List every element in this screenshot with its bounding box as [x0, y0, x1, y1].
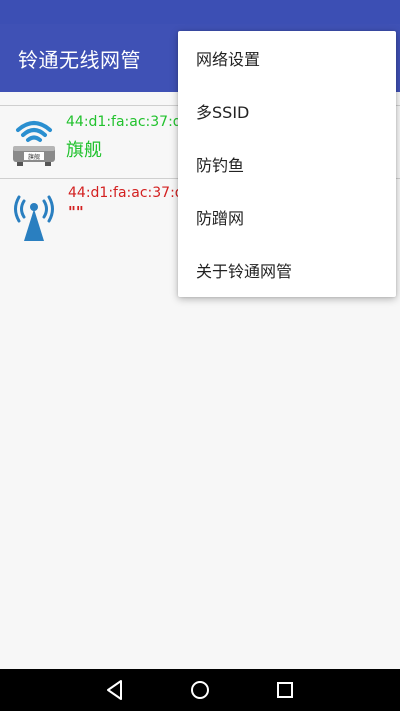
router-wifi-icon: 旗舰: [13, 121, 55, 166]
recents-square-icon[interactable]: [272, 677, 298, 703]
device-name: 旗舰: [66, 140, 102, 161]
screen: 铃通无线网管 旗舰 44:d1:fa:ac:37:d 旗舰 44:d1:fa:a…: [0, 0, 400, 711]
overflow-menu: 网络设置 多SSID 防钓鱼 防蹭网 关于铃通网管: [178, 31, 396, 297]
menu-item-multi-ssid[interactable]: 多SSID: [178, 84, 396, 137]
app-title: 铃通无线网管: [18, 47, 141, 72]
antenna-wifi-icon: [14, 195, 54, 241]
menu-item-anti-freeload[interactable]: 防蹭网: [178, 190, 396, 243]
menu-item-about[interactable]: 关于铃通网管: [178, 243, 396, 296]
back-triangle-icon[interactable]: [102, 677, 128, 703]
menu-item-anti-phishing[interactable]: 防钓鱼: [178, 137, 396, 190]
router-badge-text: 旗舰: [28, 153, 40, 161]
navigation-bar: [0, 669, 400, 711]
device-mac: 44:d1:fa:ac:37:d: [66, 114, 182, 130]
status-bar: [0, 0, 400, 24]
device-name: "": [68, 203, 84, 221]
device-mac: 44:d1:fa:ac:37:d: [68, 185, 184, 201]
home-circle-icon[interactable]: [187, 677, 213, 703]
menu-item-network-settings[interactable]: 网络设置: [178, 31, 396, 84]
